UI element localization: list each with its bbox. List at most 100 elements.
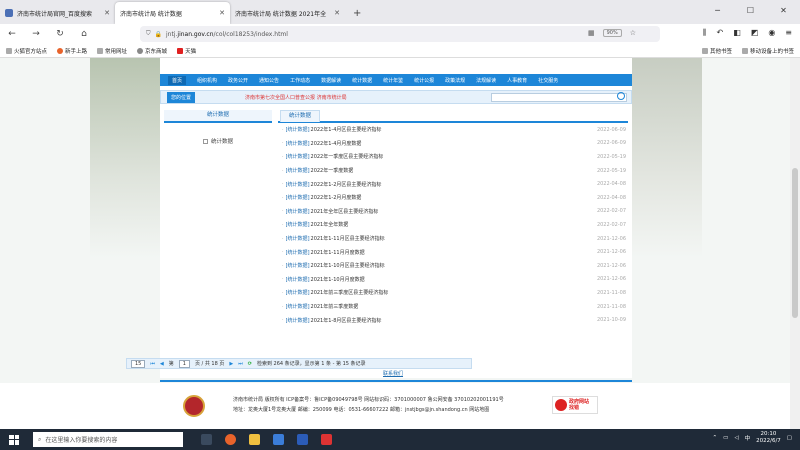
list-item[interactable]: · [统计数据] 2022年1-2月月度数据 2022-04-08 — [278, 191, 628, 205]
item-title[interactable]: 2021年前三季度数据 — [311, 303, 359, 310]
nav-item-home[interactable]: 首页 — [168, 75, 187, 85]
list-item[interactable]: · [统计数据] 2022年1-4月区县主要经济指标 2022-06-09 — [278, 123, 628, 137]
item-category[interactable]: [统计数据] — [286, 289, 310, 296]
page-scrollbar[interactable] — [790, 58, 800, 429]
item-category[interactable]: [统计数据] — [286, 126, 310, 133]
file-explorer-icon[interactable] — [249, 434, 260, 445]
next-page-icon[interactable]: ▶ — [229, 361, 233, 367]
nav-item[interactable]: 数据解读 — [321, 77, 341, 84]
item-title[interactable]: 2022年一季度数据 — [311, 167, 354, 174]
bookmark-item[interactable]: 京东商城 — [137, 47, 167, 55]
prev-page-icon[interactable]: ◀ — [160, 361, 164, 367]
bookmark-item[interactable]: 其他书签 — [701, 47, 732, 55]
item-title[interactable]: 2021年1-8月区县主要经济指标 — [311, 317, 382, 324]
nav-item[interactable]: 政务公开 — [228, 77, 248, 84]
list-item[interactable]: · [统计数据] 2022年1-4月月度数据 2022-06-09 — [278, 137, 628, 151]
item-category[interactable]: [统计数据] — [286, 249, 310, 256]
item-category[interactable]: [统计数据] — [286, 276, 310, 283]
site-search-input[interactable] — [491, 93, 627, 102]
clock[interactable]: 20:10 2022/6/7 — [756, 431, 781, 445]
app-icon[interactable] — [273, 434, 284, 445]
marquee-text[interactable]: 济南市第七次全国人口普查公报 济南市统计局 — [245, 94, 347, 101]
close-window-icon[interactable]: ✕ — [767, 0, 800, 20]
nav-item[interactable]: 社交服务 — [538, 77, 558, 84]
bookmark-item[interactable]: 火狐官方站点 — [6, 47, 47, 55]
list-item[interactable]: · [统计数据] 2021年全年区县主要经济指标 2022-02-07 — [278, 205, 628, 219]
item-category[interactable]: [统计数据] — [286, 221, 310, 228]
page-size-select[interactable]: 15 — [131, 359, 146, 368]
scrollbar-thumb[interactable] — [792, 168, 798, 318]
qr-icon[interactable]: ▦ — [588, 29, 595, 37]
list-item[interactable]: · [统计数据] 2021年前三季度数据 2021-11-08 — [278, 300, 628, 314]
list-item[interactable]: · [统计数据] 2021年1-10月月度数据 2021-12-06 — [278, 273, 628, 287]
home-icon[interactable]: ⌂ — [78, 29, 90, 39]
menu-icon[interactable]: ≡ — [785, 28, 792, 38]
close-tab-icon[interactable]: ✕ — [104, 9, 110, 17]
new-tab-button[interactable]: + — [345, 2, 369, 24]
nav-item[interactable]: 人事教育 — [507, 77, 527, 84]
item-category[interactable]: [统计数据] — [286, 153, 310, 160]
close-tab-icon[interactable]: ✕ — [334, 9, 340, 17]
list-item[interactable]: · [统计数据] 2021年1-11月月度数据 2021-12-06 — [278, 245, 628, 259]
list-item[interactable]: · [统计数据] 2021年全年数据 2022-02-07 — [278, 218, 628, 232]
nav-item[interactable]: 统计数据 — [352, 77, 372, 84]
item-title[interactable]: 2021年1-11月月度数据 — [311, 249, 365, 256]
item-title[interactable]: 2021年1-11月区县主要经济指标 — [311, 235, 385, 242]
item-title[interactable]: 2021年全年数据 — [311, 221, 349, 228]
close-tab-icon[interactable]: ✕ — [219, 9, 225, 17]
item-category[interactable]: [统计数据] — [286, 208, 310, 215]
account-icon[interactable]: ◉ — [768, 28, 775, 38]
zoom-level[interactable]: 90% — [602, 29, 622, 37]
notifications-icon[interactable]: ▢ — [787, 435, 792, 441]
item-category[interactable]: [统计数据] — [286, 303, 310, 310]
list-item[interactable]: · [统计数据] 2022年一季度区县主要经济指标 2022-05-19 — [278, 150, 628, 164]
item-title[interactable]: 2021年1-10月月度数据 — [311, 276, 365, 283]
item-title[interactable]: 2022年1-4月月度数据 — [311, 140, 362, 147]
word-icon[interactable] — [297, 434, 308, 445]
address-bar[interactable]: ⛉ 🔒 jntj. jinan.gov.cn/col/col18253/index… — [140, 26, 660, 42]
contact-link[interactable]: 联系我们 — [383, 370, 403, 377]
nav-item[interactable]: 统计年鉴 — [383, 77, 403, 84]
bookmark-item[interactable]: 天猫 — [177, 47, 196, 55]
item-title[interactable]: 2022年1-2月区县主要经济指标 — [311, 181, 382, 188]
item-category[interactable]: [统计数据] — [286, 167, 310, 174]
extension-icon[interactable]: ◩ — [751, 28, 759, 38]
list-item[interactable]: · [统计数据] 2021年1-11月区县主要经济指标 2021-12-06 — [278, 232, 628, 246]
firefox-icon[interactable] — [225, 434, 236, 445]
windows-start-icon[interactable] — [9, 434, 19, 445]
nav-item[interactable]: 通知公告 — [259, 77, 279, 84]
network-icon[interactable]: ▭ — [723, 435, 728, 441]
last-page-icon[interactable]: ⏭ — [238, 361, 243, 367]
tray-up-icon[interactable]: ⌃ — [713, 435, 718, 441]
bookmark-star-icon[interactable]: ☆ — [630, 29, 636, 37]
search-icon[interactable] — [617, 92, 625, 100]
list-item[interactable]: · [统计数据] 2022年一季度数据 2022-05-19 — [278, 164, 628, 178]
nav-item[interactable]: 统计公报 — [414, 77, 434, 84]
browser-tab-3[interactable]: 济南市统计局 统计数据 2021年全 ✕ — [230, 2, 345, 24]
sidebar-item-stats[interactable]: 统计数据 — [164, 137, 272, 145]
browser-tab-2[interactable]: 济南市统计局 统计数据 ✕ — [115, 2, 230, 24]
item-category[interactable]: [统计数据] — [286, 235, 310, 242]
item-title[interactable]: 2021年全年区县主要经济指标 — [311, 208, 379, 215]
ime-indicator[interactable]: 中 — [745, 434, 751, 442]
nav-item[interactable]: 工作动态 — [290, 77, 310, 84]
bookmark-item[interactable]: 新手上路 — [57, 47, 87, 55]
gov-website-badge[interactable]: 政府网站 找错 — [552, 396, 598, 414]
list-item[interactable]: · [统计数据] 2022年1-2月区县主要经济指标 2022-04-08 — [278, 177, 628, 191]
pocket-icon[interactable]: ◧ — [733, 28, 741, 38]
task-view-icon[interactable] — [201, 434, 212, 445]
nav-item[interactable]: 组织机构 — [197, 77, 217, 84]
page-number-input[interactable]: 1 — [178, 359, 190, 368]
undo-icon[interactable]: ↶ — [716, 28, 723, 38]
library-icon[interactable]: ⫼ — [703, 28, 707, 38]
minimize-icon[interactable]: ─ — [701, 0, 734, 20]
list-item[interactable]: · [统计数据] 2021年1-10月区县主要经济指标 2021-12-06 — [278, 259, 628, 273]
nav-item[interactable]: 法规解读 — [476, 77, 496, 84]
volume-icon[interactable]: ◁ — [734, 435, 738, 441]
forward-icon[interactable]: → — [30, 29, 42, 39]
item-title[interactable]: 2021年1-10月区县主要经济指标 — [311, 262, 385, 269]
app-icon[interactable] — [321, 434, 332, 445]
item-title[interactable]: 2022年1-4月区县主要经济指标 — [311, 126, 382, 133]
item-title[interactable]: 2021年前三季度区县主要经济指标 — [311, 289, 389, 296]
item-category[interactable]: [统计数据] — [286, 194, 310, 201]
